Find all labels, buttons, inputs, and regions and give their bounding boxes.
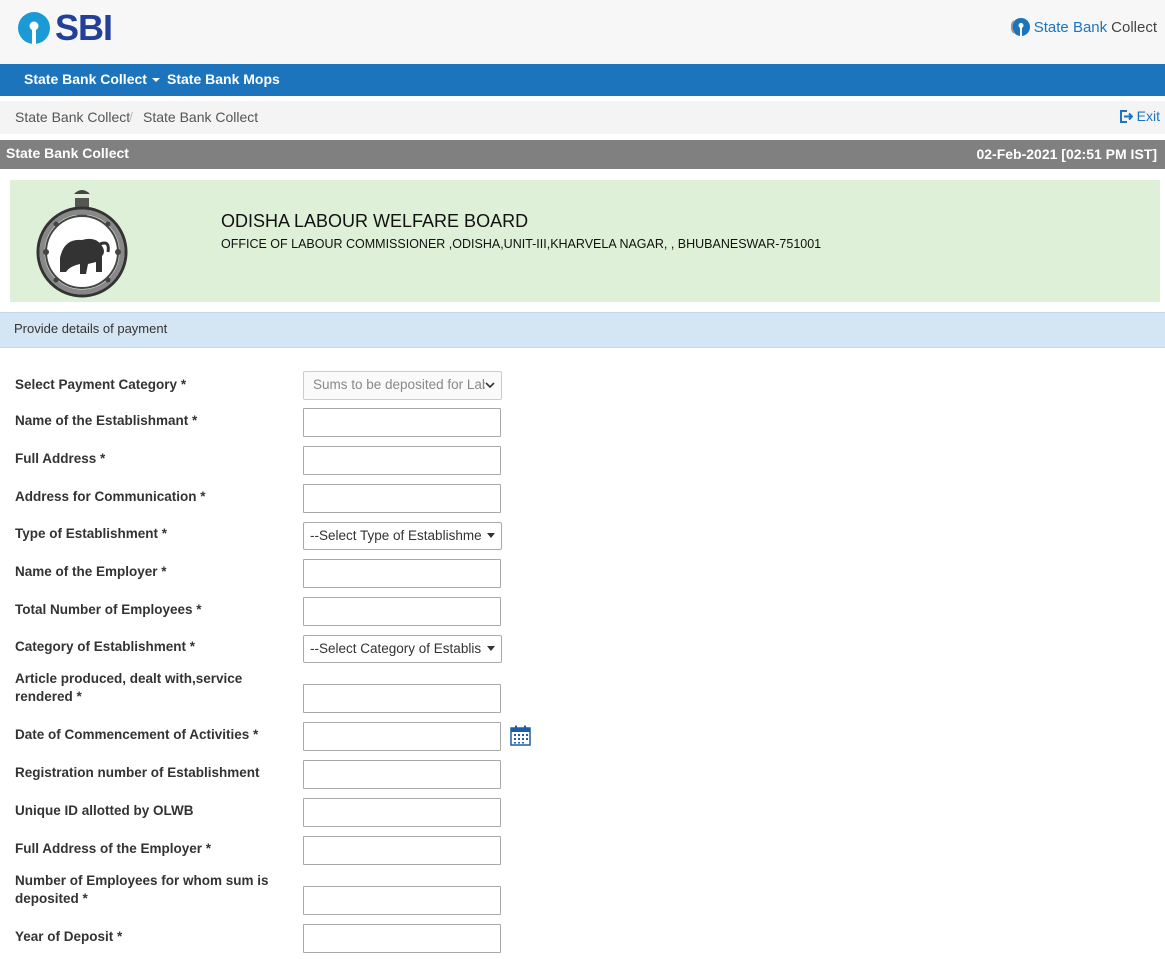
chevron-down-icon — [485, 382, 495, 389]
exit-link[interactable]: Exit — [1119, 101, 1160, 132]
page-title: State Bank Collect — [6, 145, 129, 161]
communication-address-input[interactable] — [303, 484, 501, 513]
registration-number-input[interactable] — [303, 760, 501, 789]
exit-label: Exit — [1136, 108, 1160, 124]
top-header: SBI State Bank Collect — [0, 0, 1165, 64]
brand-collect: Collect — [1111, 18, 1157, 36]
field-label: Full Address of the Employer * — [15, 841, 212, 856]
caret-down-icon — [151, 78, 160, 83]
field-label: Name of the Establishmant * — [15, 413, 198, 428]
sbi-keyhole-icon — [18, 12, 50, 44]
breadcrumb-separator: / — [129, 109, 133, 125]
field-label: Select Payment Category * — [15, 377, 187, 392]
odisha-emblem-icon — [36, 190, 128, 298]
nav-item-label: State Bank Mops — [167, 71, 280, 87]
state-bank-collect-brand: State Bank Collect — [1010, 17, 1157, 37]
field-label: Unique ID allotted by OLWB — [15, 803, 194, 818]
establishment-type-select[interactable]: --Select Type of Establishment-- — [303, 522, 502, 550]
article-produced-input[interactable] — [303, 684, 501, 713]
breadcrumb-item[interactable]: State Bank Collect — [15, 101, 130, 134]
field-label: Address for Communication * — [15, 489, 206, 504]
field-label: Type of Establishment * — [15, 526, 168, 541]
logo-text: SBI — [55, 7, 113, 48]
breadcrumb: State Bank Collect / State Bank Collect … — [0, 101, 1165, 134]
unique-id-input[interactable] — [303, 798, 501, 827]
employer-name-input[interactable] — [303, 559, 501, 588]
field-label: Registration number of Establishment — [15, 765, 260, 780]
field-label: Total Number of Employees * — [15, 602, 202, 617]
section-heading-text: Provide details of payment — [14, 321, 168, 336]
year-of-deposit-input[interactable] — [303, 924, 501, 953]
full-address-input[interactable] — [303, 446, 501, 475]
organization-address: OFFICE OF LABOUR COMMISSIONER ,ODISHA,UN… — [221, 237, 822, 251]
breadcrumb-item-current: State Bank Collect — [143, 109, 259, 125]
exit-icon — [1119, 110, 1133, 123]
total-employees-input[interactable] — [303, 597, 501, 626]
organization-name: ODISHA LABOUR WELFARE BOARD — [221, 211, 529, 231]
establishment-category-select[interactable]: --Select Category of Establishment-- — [303, 635, 502, 663]
payment-details-heading: Provide details of payment — [0, 312, 1165, 348]
field-label: Date of Commencement of Activities * — [15, 727, 259, 742]
field-label: Name of the Employer * — [15, 564, 167, 579]
caret-down-icon — [487, 533, 495, 538]
current-datetime: 02-Feb-2021 [02:51 PM IST] — [976, 146, 1157, 162]
nav-state-bank-mops[interactable]: State Bank Mops — [167, 64, 280, 96]
field-label: Number of Employees for whom sum is depo… — [15, 873, 269, 906]
main-navbar: State Bank Collect State Bank Mops — [0, 64, 1165, 96]
field-label: Full Address * — [15, 451, 106, 466]
field-label: Category of Establishment * — [15, 639, 196, 654]
field-label: Year of Deposit * — [15, 929, 123, 944]
sbi-small-logo-icon — [1010, 18, 1030, 36]
nav-item-label: State Bank Collect — [24, 71, 147, 87]
select-value: --Select Type of Establishment-- — [310, 528, 482, 543]
payment-category-select[interactable]: Sums to be deposited for Labour Welfare … — [303, 371, 502, 400]
commencement-date-input[interactable] — [303, 722, 501, 751]
caret-down-icon — [487, 646, 495, 651]
calendar-icon[interactable] — [510, 725, 531, 746]
select-value: Sums to be deposited for Labour Welfare … — [313, 377, 485, 392]
nav-state-bank-collect[interactable]: State Bank Collect — [24, 64, 160, 96]
establishment-name-input[interactable] — [303, 408, 501, 437]
page-title-bar: State Bank Collect 02-Feb-2021 [02:51 PM… — [0, 140, 1165, 169]
employees-deposited-input[interactable] — [303, 886, 501, 915]
organization-banner: ODISHA LABOUR WELFARE BOARD OFFICE OF LA… — [10, 180, 1160, 302]
select-value: --Select Category of Establishment-- — [310, 641, 482, 656]
field-label: Article produced, dealt with,service ren… — [15, 671, 243, 704]
sbi-logo[interactable]: SBI — [17, 7, 113, 48]
brand-state-bank: State Bank — [1033, 18, 1108, 36]
employer-address-input[interactable] — [303, 836, 501, 865]
